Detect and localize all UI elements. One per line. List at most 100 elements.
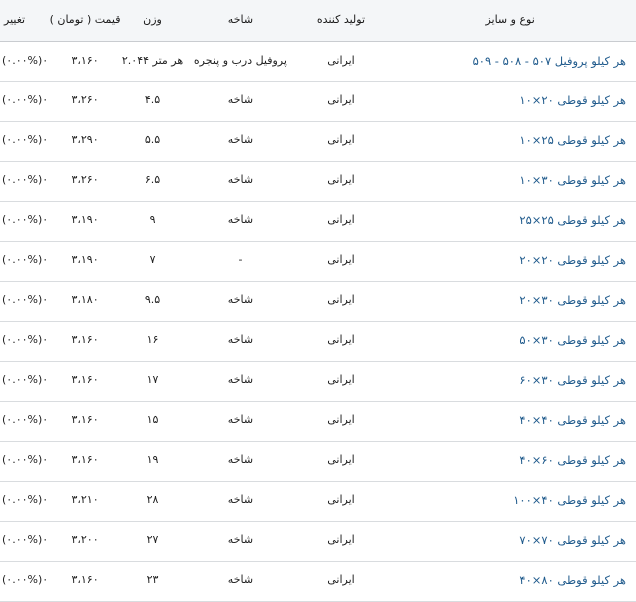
change-cell: (۰.۰۰%)۰ bbox=[0, 41, 49, 82]
change-cell: (۰.۰۰%)۰ bbox=[0, 481, 49, 522]
price-cell: ۳،۱۶۰ bbox=[48, 561, 122, 602]
price-cell: ۳،۲۱۰ bbox=[48, 481, 122, 522]
producer-cell: ایرانی bbox=[297, 121, 385, 162]
table-row: هر کیلو قوطی ۶۰×۴۰ ایرانی شاخه ۱۹ ۳،۱۶۰ (۰.۰۰… bbox=[0, 441, 636, 482]
branch-cell: شاخه bbox=[183, 201, 298, 242]
producer-cell: ایرانی bbox=[297, 81, 385, 122]
price-cell: ۳،۱۹۰ bbox=[48, 201, 122, 242]
type-link[interactable]: هر کیلو قوطی ۲۵×۲۵ bbox=[384, 201, 636, 242]
change-cell: (۰.۰۰%)۰ bbox=[0, 241, 49, 282]
branch-cell: شاخه bbox=[183, 321, 298, 362]
weight-cell: هر متر ۲.۰۴۴ bbox=[121, 41, 184, 82]
price-cell: ۳،۱۶۰ bbox=[48, 321, 122, 362]
change-cell: (۰.۰۰%)۰ bbox=[0, 321, 49, 362]
type-link[interactable]: هر کیلو قوطی ۶۰×۴۰ bbox=[384, 441, 636, 482]
price-cell: ۳،۲۶۰ bbox=[48, 81, 122, 122]
type-link[interactable]: هر کیلو قوطی ۳۰×۶۰ bbox=[384, 361, 636, 402]
branch-cell: شاخه bbox=[183, 361, 298, 402]
branch-cell: پروفیل درب و پنجره bbox=[183, 41, 298, 82]
change-cell: (۰.۰۰%)۰ bbox=[0, 361, 49, 402]
producer-cell: ایرانی bbox=[297, 401, 385, 442]
change-cell: (۰.۰۰%)۰ bbox=[0, 401, 49, 442]
weight-cell: ۲۷ bbox=[121, 521, 184, 562]
producer-cell: ایرانی bbox=[297, 281, 385, 322]
branch-cell: شاخه bbox=[183, 281, 298, 322]
table-row: هر کیلو قوطی ۳۰×۱۰ ایرانی شاخه ۶.۵ ۳،۲۶۰ (۰.۰… bbox=[0, 161, 636, 202]
price-cell: ۳،۱۶۰ bbox=[48, 361, 122, 402]
table-row: هر کیلو قوطی ۲۰×۱۰ ایرانی شاخه ۴.۵ ۳،۲۶۰ (۰.۰… bbox=[0, 81, 636, 122]
weight-cell: ۹ bbox=[121, 201, 184, 242]
branch-cell: - bbox=[183, 241, 298, 282]
price-cell: ۳،۱۶۰ bbox=[48, 41, 122, 82]
type-link[interactable]: هر کیلو قوطی ۲۵×۱۰ bbox=[384, 121, 636, 162]
header-change[interactable]: تغییر bbox=[0, 0, 49, 42]
change-cell: (۰.۰۰%)۰ bbox=[0, 161, 49, 202]
weight-cell: ۲۳ bbox=[121, 561, 184, 602]
branch-cell: شاخه bbox=[183, 481, 298, 522]
type-link[interactable]: هر کیلو قوطی ۳۰×۲۰ bbox=[384, 281, 636, 322]
type-link[interactable]: هر کیلو پروفیل ۵۰۷ - ۵۰۸ - ۵۰۹ bbox=[384, 41, 636, 82]
type-link[interactable]: هر کیلو قوطی ۲۰×۲۰ bbox=[384, 241, 636, 282]
producer-cell: ایرانی bbox=[297, 161, 385, 202]
producer-cell: ایرانی bbox=[297, 41, 385, 82]
branch-cell: شاخه bbox=[183, 401, 298, 442]
table-row: هر کیلو قوطی ۳۰×۵۰ ایرانی شاخه ۱۶ ۳،۱۶۰ (۰.۰۰… bbox=[0, 321, 636, 362]
change-cell: (۰.۰۰%)۰ bbox=[0, 121, 49, 162]
table-row: هر کیلو قوطی ۲۰×۲۰ ایرانی -۷ ۳،۱۹۰ (۰.۰۰%)۰ bbox=[0, 241, 636, 282]
price-cell: ۳،۲۹۰ bbox=[48, 121, 122, 162]
type-link[interactable]: هر کیلو قوطی ۲۰×۱۰ bbox=[384, 81, 636, 122]
table-row: هر کیلو قوطی ۷۰×۷۰ ایرانی شاخه ۲۷ ۳،۲۰۰ (۰.۰۰… bbox=[0, 521, 636, 562]
type-link[interactable]: هر کیلو قوطی ۷۰×۷۰ bbox=[384, 521, 636, 562]
price-cell: ۳،۱۶۰ bbox=[48, 441, 122, 482]
table-body: هر کیلو پروفیل ۵۰۷ - ۵۰۸ - ۵۰۹ ایرانی پروف… bbox=[0, 41, 636, 602]
producer-cell: ایرانی bbox=[297, 361, 385, 402]
table-row: هر کیلو پروفیل ۵۰۷ - ۵۰۸ - ۵۰۹ ایرانی پروف… bbox=[0, 41, 636, 82]
change-cell: (۰.۰۰%)۰ bbox=[0, 201, 49, 242]
weight-cell: ۹.۵ bbox=[121, 281, 184, 322]
branch-cell: شاخه bbox=[183, 561, 298, 602]
header-producer[interactable]: تولید کننده bbox=[297, 0, 385, 42]
branch-cell: شاخه bbox=[183, 521, 298, 562]
producer-cell: ایرانی bbox=[297, 321, 385, 362]
header-weight[interactable]: وزن bbox=[121, 0, 184, 42]
price-cell: ۳،۲۰۰ bbox=[48, 521, 122, 562]
producer-cell: ایرانی bbox=[297, 521, 385, 562]
table-row: هر کیلو قوطی ۸۰×۴۰ ایرانی شاخه ۲۳ ۳،۱۶۰ (۰.۰۰… bbox=[0, 561, 636, 602]
change-cell: (۰.۰۰%)۰ bbox=[0, 81, 49, 122]
branch-cell: شاخه bbox=[183, 161, 298, 202]
header-branch[interactable]: شاخه bbox=[183, 0, 298, 42]
header-price[interactable]: قیمت ( تومان ) bbox=[48, 0, 122, 42]
producer-cell: ایرانی bbox=[297, 441, 385, 482]
price-cell: ۳،۲۶۰ bbox=[48, 161, 122, 202]
weight-cell: ۷ bbox=[121, 241, 184, 282]
table-row: هر کیلو قوطی ۴۰×۱۰۰ ایرانی شاخه ۲۸ ۳،۲۱۰ (۰.۰… bbox=[0, 481, 636, 522]
change-cell: (۰.۰۰%)۰ bbox=[0, 561, 49, 602]
change-cell: (۰.۰۰%)۰ bbox=[0, 521, 49, 562]
weight-cell: ۶.۵ bbox=[121, 161, 184, 202]
weight-cell: ۱۵ bbox=[121, 401, 184, 442]
branch-cell: شاخه bbox=[183, 121, 298, 162]
weight-cell: ۵.۵ bbox=[121, 121, 184, 162]
branch-cell: شاخه bbox=[183, 441, 298, 482]
price-table: نوع و سایز تولید کننده شاخه وزن قیمت ( ت… bbox=[0, 0, 636, 602]
type-link[interactable]: هر کیلو قوطی ۴۰×۱۰۰ bbox=[384, 481, 636, 522]
price-cell: ۳،۱۶۰ bbox=[48, 401, 122, 442]
table-header: نوع و سایز تولید کننده شاخه وزن قیمت ( ت… bbox=[0, 0, 636, 42]
type-link[interactable]: هر کیلو قوطی ۳۰×۱۰ bbox=[384, 161, 636, 202]
weight-cell: ۱۹ bbox=[121, 441, 184, 482]
price-cell: ۳،۱۹۰ bbox=[48, 241, 122, 282]
type-link[interactable]: هر کیلو قوطی ۴۰×۴۰ bbox=[384, 401, 636, 442]
table-row: هر کیلو قوطی ۳۰×۶۰ ایرانی شاخه ۱۷ ۳،۱۶۰ (۰.۰۰… bbox=[0, 361, 636, 402]
branch-cell: شاخه bbox=[183, 81, 298, 122]
table-row: هر کیلو قوطی ۲۵×۲۵ ایرانی شاخه ۹ ۳،۱۹۰ (۰.۰۰%… bbox=[0, 201, 636, 242]
table-row: هر کیلو قوطی ۲۵×۱۰ ایرانی شاخه ۵.۵ ۳،۲۹۰ (۰.۰… bbox=[0, 121, 636, 162]
type-link[interactable]: هر کیلو قوطی ۳۰×۵۰ bbox=[384, 321, 636, 362]
weight-cell: ۱۶ bbox=[121, 321, 184, 362]
weight-cell: ۲۸ bbox=[121, 481, 184, 522]
header-row: نوع و سایز تولید کننده شاخه وزن قیمت ( ت… bbox=[0, 0, 636, 42]
header-type[interactable]: نوع و سایز bbox=[384, 0, 636, 42]
change-cell: (۰.۰۰%)۰ bbox=[0, 441, 49, 482]
producer-cell: ایرانی bbox=[297, 481, 385, 522]
price-cell: ۳،۱۸۰ bbox=[48, 281, 122, 322]
type-link[interactable]: هر کیلو قوطی ۸۰×۴۰ bbox=[384, 561, 636, 602]
